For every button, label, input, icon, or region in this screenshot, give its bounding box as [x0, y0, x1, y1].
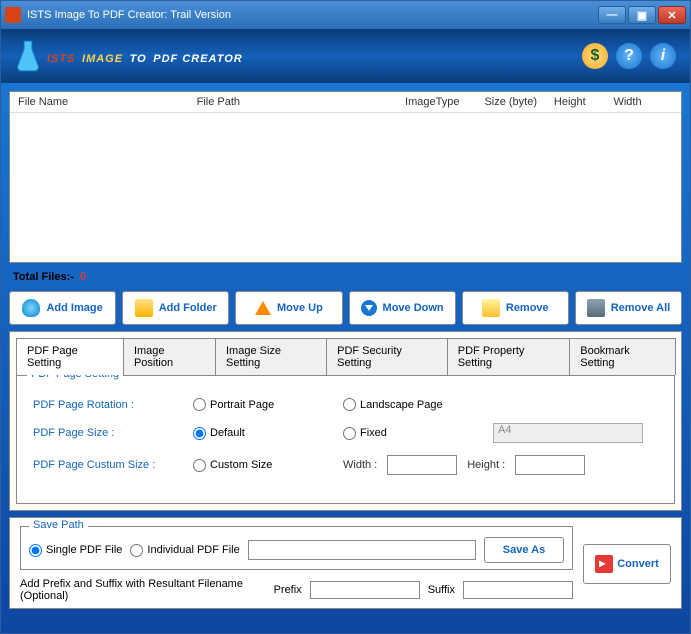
- save-path-input[interactable]: [248, 540, 476, 560]
- col-size[interactable]: Size (byte): [484, 96, 553, 108]
- suffix-input[interactable]: [463, 581, 573, 599]
- add-folder-button[interactable]: Add Folder: [122, 291, 229, 325]
- individual-pdf-radio[interactable]: Individual PDF File: [130, 544, 239, 557]
- tab-image-size[interactable]: Image Size Setting: [215, 338, 327, 375]
- minimize-button[interactable]: —: [598, 6, 626, 24]
- page-setting-content: PDF Page Setting PDF Page Rotation : Por…: [16, 375, 675, 504]
- convert-button[interactable]: Convert: [583, 544, 671, 584]
- arrow-up-icon: [255, 301, 271, 315]
- arrow-down-icon: [361, 300, 377, 316]
- pagesize-row: PDF Page Size : Default Fixed A4: [33, 423, 658, 443]
- width-label: Width :: [343, 459, 377, 471]
- content-area: File Name File Path ImageType Size (byte…: [1, 83, 690, 633]
- rotation-label: PDF Page Rotation :: [33, 399, 183, 411]
- fixed-size-radio[interactable]: Fixed: [343, 427, 483, 440]
- tab-security[interactable]: PDF Security Setting: [326, 338, 448, 375]
- portrait-radio[interactable]: Portrait Page: [193, 398, 333, 411]
- close-button[interactable]: ✕: [658, 6, 686, 24]
- move-up-button[interactable]: Move Up: [235, 291, 342, 325]
- window-title: ISTS Image To PDF Creator: Trail Version: [27, 9, 598, 21]
- default-size-radio[interactable]: Default: [193, 427, 333, 440]
- customsize-label: PDF Page Custum Size :: [33, 459, 183, 471]
- custom-size-radio[interactable]: Custom Size: [193, 459, 333, 472]
- total-files-row: Total Files:- 0: [9, 269, 682, 285]
- prefix-suffix-label: Add Prefix and Suffix with Resultant Fil…: [20, 578, 266, 602]
- flask-icon: [15, 39, 41, 73]
- col-height[interactable]: Height: [554, 96, 614, 108]
- help-icon[interactable]: ?: [616, 43, 642, 69]
- save-path-box: Save Path Single PDF File Individual PDF…: [20, 526, 573, 570]
- pagesize-label: PDF Page Size :: [33, 427, 183, 439]
- fixed-size-select[interactable]: A4: [493, 423, 643, 443]
- tab-image-position[interactable]: Image Position: [123, 338, 216, 375]
- prefix-input[interactable]: [310, 581, 420, 599]
- remove-all-button[interactable]: Remove All: [575, 291, 682, 325]
- prefix-label: Prefix: [274, 584, 302, 596]
- add-image-icon: [22, 299, 40, 317]
- header-icons: $ ? i: [582, 43, 676, 69]
- remove-all-icon: [587, 299, 605, 317]
- file-list-header: File Name File Path ImageType Size (byte…: [10, 92, 681, 113]
- brand-text: ISTS IMAGE TO PDF CREATOR: [47, 45, 243, 68]
- tab-property[interactable]: PDF Property Setting: [447, 338, 570, 375]
- prefix-suffix-row: Add Prefix and Suffix with Resultant Fil…: [20, 578, 573, 602]
- custom-height-input[interactable]: [515, 455, 585, 475]
- col-filename[interactable]: File Name: [18, 96, 197, 108]
- remove-icon: [482, 299, 500, 317]
- tab-page-setting[interactable]: PDF Page Setting: [16, 338, 124, 375]
- window-controls: — ▣ ✕: [598, 6, 686, 24]
- folder-icon: [135, 299, 153, 317]
- settings-tabs: PDF Page Setting Image Position Image Si…: [16, 338, 675, 375]
- bottom-panel: Save Path Single PDF File Individual PDF…: [9, 517, 682, 609]
- maximize-button[interactable]: ▣: [628, 6, 656, 24]
- col-filepath[interactable]: File Path: [197, 96, 405, 108]
- col-width[interactable]: Width: [613, 96, 673, 108]
- settings-panel: PDF Page Setting Image Position Image Si…: [9, 331, 682, 511]
- total-files-count: 0: [80, 271, 86, 283]
- file-list[interactable]: File Name File Path ImageType Size (byte…: [9, 91, 682, 263]
- height-label: Height :: [467, 459, 505, 471]
- total-files-label: Total Files:-: [13, 271, 74, 283]
- single-pdf-radio[interactable]: Single PDF File: [29, 544, 122, 557]
- rotation-row: PDF Page Rotation : Portrait Page Landsc…: [33, 398, 658, 411]
- pdf-icon: [595, 555, 613, 573]
- landscape-radio[interactable]: Landscape Page: [343, 398, 483, 411]
- app-window: ISTS Image To PDF Creator: Trail Version…: [0, 0, 691, 634]
- add-image-button[interactable]: Add Image: [9, 291, 116, 325]
- titlebar[interactable]: ISTS Image To PDF Creator: Trail Version…: [1, 1, 690, 29]
- save-as-button[interactable]: Save As: [484, 537, 564, 563]
- customsize-row: PDF Page Custum Size : Custom Size Width…: [33, 455, 658, 475]
- logo: ISTS IMAGE TO PDF CREATOR: [15, 39, 243, 73]
- save-path-row: Single PDF File Individual PDF File Save…: [29, 537, 564, 563]
- save-path-legend: Save Path: [29, 519, 88, 531]
- suffix-label: Suffix: [428, 584, 455, 596]
- purchase-icon[interactable]: $: [582, 43, 608, 69]
- action-buttons: Add Image Add Folder Move Up Move Down R…: [9, 291, 682, 325]
- custom-width-input[interactable]: [387, 455, 457, 475]
- save-section: Save Path Single PDF File Individual PDF…: [20, 526, 573, 602]
- app-header: ISTS IMAGE TO PDF CREATOR $ ? i: [1, 29, 690, 83]
- move-down-button[interactable]: Move Down: [349, 291, 456, 325]
- app-icon: [5, 7, 21, 23]
- info-icon[interactable]: i: [650, 43, 676, 69]
- remove-button[interactable]: Remove: [462, 291, 569, 325]
- col-imagetype[interactable]: ImageType: [405, 96, 484, 108]
- tab-bookmark[interactable]: Bookmark Setting: [569, 338, 676, 375]
